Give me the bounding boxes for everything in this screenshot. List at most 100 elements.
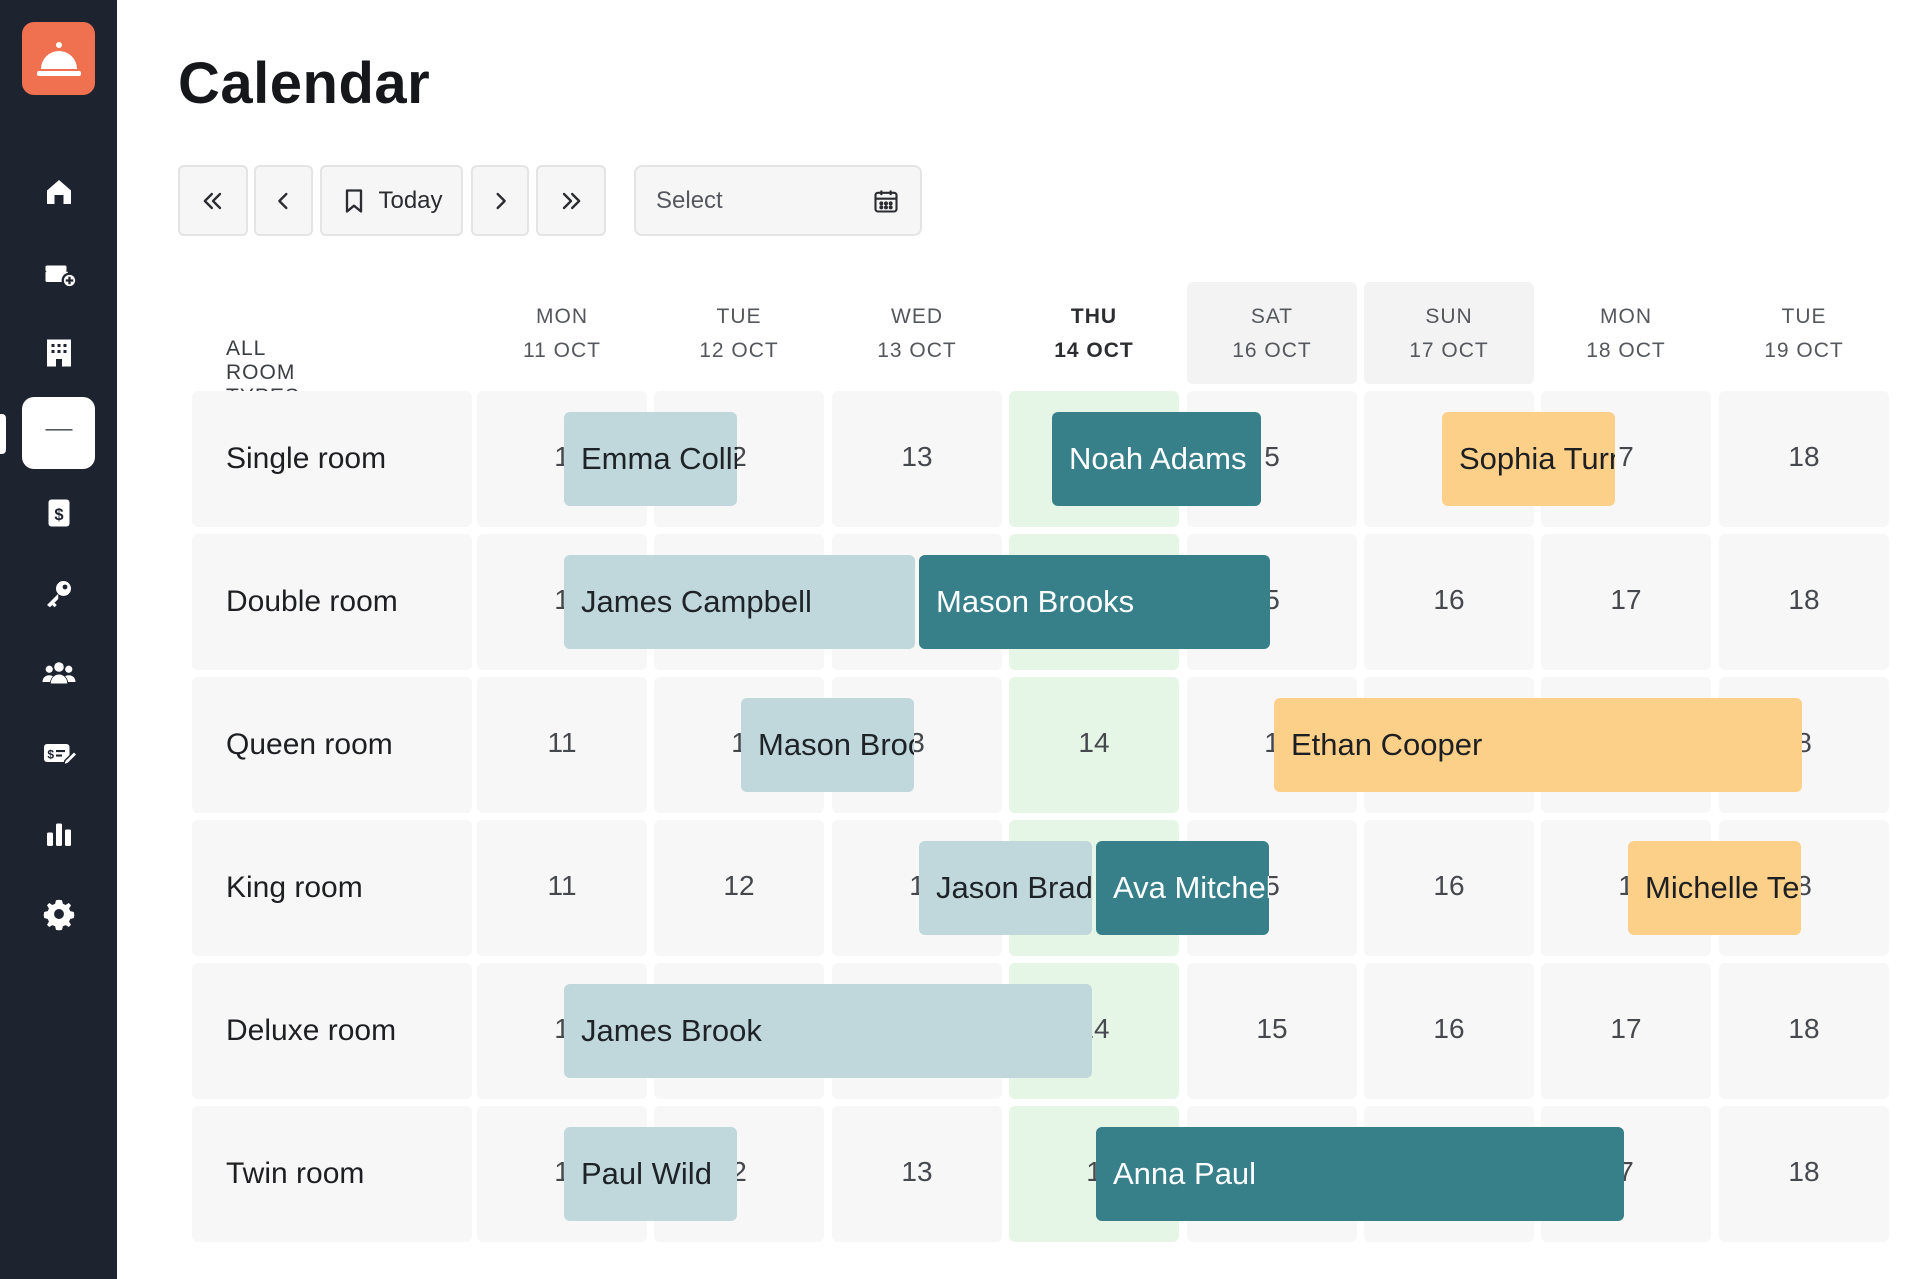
date-select-placeholder: Select <box>656 186 723 214</box>
booking-bar[interactable]: Mason Brooks <box>741 698 914 792</box>
booking-bar[interactable]: Emma Collins <box>564 412 737 506</box>
bar-chart-icon <box>46 823 71 846</box>
room-row-label: Queen room <box>192 677 472 813</box>
cell-day-number: 18 <box>1788 1013 1820 1044</box>
svg-text:$: $ <box>54 506 63 524</box>
day-header[interactable]: THU 14 OCT <box>1009 300 1179 368</box>
room-row-label: Single room <box>192 391 472 527</box>
active-nav-marker <box>0 414 6 454</box>
day-header[interactable]: WED 13 OCT <box>832 300 1002 368</box>
room-name: Deluxe room <box>226 1014 397 1047</box>
booking-bar[interactable]: James Campbell <box>564 555 915 649</box>
chevron-left-icon <box>277 192 287 209</box>
day-date: 13 OCT <box>877 339 957 362</box>
nav-item-keys[interactable] <box>22 557 95 629</box>
day-date: 16 OCT <box>1232 339 1312 362</box>
sidebar: $ $ <box>0 0 117 1279</box>
booking-bar[interactable]: Ethan Cooper <box>1274 698 1802 792</box>
cell-day-number: 11 <box>547 727 577 758</box>
day-date: 17 OCT <box>1409 339 1489 362</box>
room-name: Twin room <box>226 1157 365 1190</box>
nav-item-reports[interactable] <box>22 798 95 870</box>
cell-day-number: 18 <box>1788 1156 1820 1187</box>
booking-bar[interactable]: Sophia Turner <box>1442 412 1615 506</box>
booking-guest-name: Jason Bradley <box>936 870 1092 905</box>
day-of-week: TUE <box>1781 305 1827 328</box>
double-chevron-left-icon <box>203 192 222 209</box>
dollar-doc-icon: $ <box>48 499 69 527</box>
previous-day-button[interactable] <box>254 165 313 236</box>
chevron-right-icon <box>496 192 506 209</box>
cell-day-number: 18 <box>1788 441 1820 472</box>
nav-item-new-booking[interactable] <box>22 237 95 309</box>
date-select-input[interactable]: Select <box>634 165 922 236</box>
today-button-label: Today <box>378 186 443 214</box>
day-of-week: SUN <box>1425 305 1473 328</box>
booking-guest-name: Mason Brooks <box>936 584 1135 619</box>
cell-day-number: 15 <box>1256 1013 1288 1044</box>
day-date: 11 OCT <box>523 339 601 362</box>
room-name: Double room <box>226 585 398 618</box>
nav-item-guests[interactable] <box>22 637 95 709</box>
booking-bar[interactable]: Anna Paul <box>1096 1127 1624 1221</box>
booking-bar[interactable]: Jason Bradley <box>919 841 1092 935</box>
booking-guest-name: Paul Wild <box>581 1156 712 1191</box>
day-header[interactable]: MON 11 OCT <box>477 300 647 368</box>
cell-day-number: 16 <box>1433 1013 1465 1044</box>
day-header[interactable]: SUN 17 OCT <box>1364 300 1534 368</box>
nav-item-payments[interactable]: $ <box>22 477 95 549</box>
booking-guest-name: Ethan Cooper <box>1291 727 1483 762</box>
booking-guest-name: Emma Collins <box>581 441 737 476</box>
day-of-week: WED <box>891 305 943 328</box>
cell-day-number: 14 <box>1078 727 1110 758</box>
day-of-week: MON <box>1600 305 1652 328</box>
next-week-button[interactable] <box>536 165 606 236</box>
users-icon <box>42 662 75 684</box>
nav-item-calendar[interactable] <box>22 397 95 469</box>
day-of-week: SAT <box>1250 305 1294 328</box>
calendar-icon <box>45 418 72 447</box>
booking-bar[interactable]: Noah Adams <box>1052 412 1261 506</box>
nav-item-hotel[interactable] <box>22 317 95 389</box>
cell-day-number: 17 <box>1610 584 1642 615</box>
room-row-label: Deluxe room <box>192 963 472 1099</box>
room-name: Queen room <box>226 728 393 761</box>
cell-day-number: 16 <box>1433 870 1465 901</box>
day-header[interactable]: TUE 12 OCT <box>654 300 824 368</box>
home-icon <box>46 180 71 204</box>
booking-bar[interactable]: Mason Brooks <box>919 555 1270 649</box>
money-edit-icon: $ <box>43 744 77 767</box>
nav-item-home[interactable] <box>22 156 95 228</box>
booking-guest-name: Ava Mitchell <box>1113 870 1269 905</box>
today-button[interactable]: Today <box>320 165 463 236</box>
cell-day-number: 12 <box>723 870 755 901</box>
booking-bar[interactable]: James Brook <box>564 984 1092 1078</box>
nav-item-settings[interactable] <box>22 878 95 950</box>
booking-bar[interactable]: Paul Wild <box>564 1127 737 1221</box>
day-header[interactable]: MON 18 OCT <box>1541 300 1711 368</box>
day-date: 14 OCT <box>1054 339 1134 362</box>
svg-text:$: $ <box>47 747 54 761</box>
bed-plus-icon <box>45 265 77 289</box>
cell-day-number: 18 <box>1788 584 1820 615</box>
day-of-week: TUE <box>716 305 762 328</box>
next-day-button[interactable] <box>471 165 529 236</box>
booking-bar[interactable]: Ava Mitchell <box>1096 841 1269 935</box>
app-logo[interactable] <box>22 22 95 95</box>
cell-day-number: 16 <box>1433 584 1465 615</box>
double-chevron-right-icon <box>562 192 581 209</box>
booking-guest-name: Sophia Turner <box>1459 441 1615 476</box>
day-header[interactable]: TUE 19 OCT <box>1719 300 1889 368</box>
booking-guest-name: Anna Paul <box>1113 1156 1257 1191</box>
cell-day-number: 17 <box>1610 1013 1642 1044</box>
day-date: 19 OCT <box>1764 339 1844 362</box>
cell-day-number: 11 <box>547 870 577 901</box>
booking-guest-name: Noah Adams <box>1069 441 1247 476</box>
nav-item-billing[interactable]: $ <box>22 717 95 789</box>
booking-bar[interactable]: Michelle Terry <box>1628 841 1801 935</box>
previous-week-button[interactable] <box>178 165 248 236</box>
reception-bell-icon <box>36 41 81 76</box>
day-header[interactable]: SAT 16 OCT <box>1187 300 1357 368</box>
day-date: 18 OCT <box>1586 339 1666 362</box>
room-name: Single room <box>226 442 387 475</box>
